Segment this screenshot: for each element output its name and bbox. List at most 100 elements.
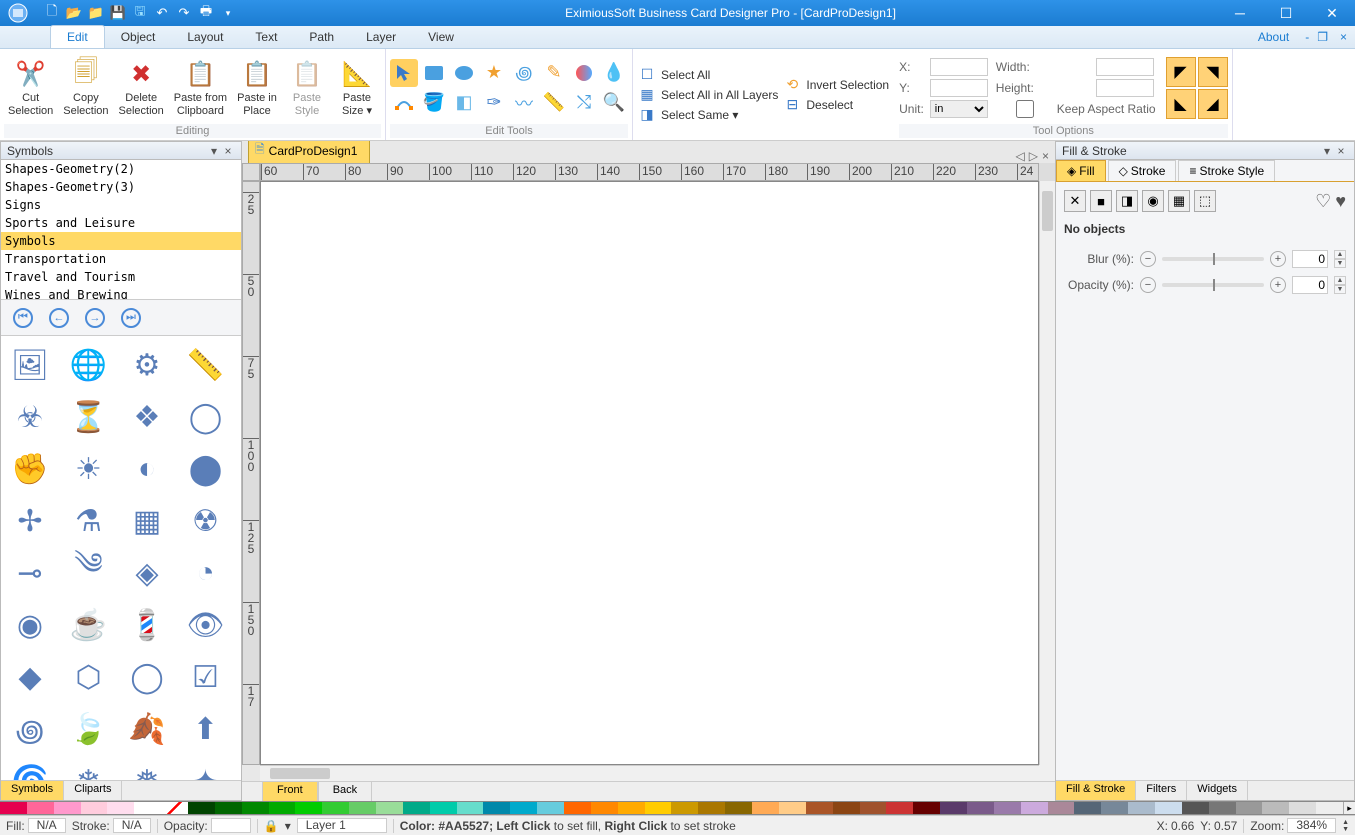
tab-text[interactable]: Text bbox=[239, 26, 293, 48]
color-swatch[interactable] bbox=[322, 802, 349, 814]
color-swatch[interactable] bbox=[376, 802, 403, 814]
symbol-item[interactable]: 🌀 bbox=[9, 760, 51, 780]
color-swatch[interactable] bbox=[1182, 802, 1209, 814]
symbol-item[interactable]: 🍃 bbox=[68, 708, 110, 750]
opacity-plus-button[interactable]: + bbox=[1270, 277, 1286, 293]
measure-tool[interactable]: 📏 bbox=[540, 89, 568, 117]
tab-layout[interactable]: Layout bbox=[171, 26, 239, 48]
color-swatch[interactable] bbox=[779, 802, 806, 814]
color-swatch[interactable] bbox=[27, 802, 54, 814]
symbol-item[interactable]: ⚙ bbox=[126, 344, 168, 386]
tab-layer[interactable]: Layer bbox=[350, 26, 412, 48]
symbol-item[interactable]: 💈 bbox=[126, 604, 168, 646]
symbol-item[interactable]: ⏳ bbox=[68, 396, 110, 438]
connector-tool[interactable]: ⤭ bbox=[570, 89, 598, 117]
panel-close-icon[interactable]: × bbox=[221, 144, 235, 158]
aspect-ratio-checkbox[interactable]: Keep Aspect Ratio bbox=[996, 100, 1156, 118]
color-swatch[interactable] bbox=[188, 802, 215, 814]
symbol-item[interactable]: ◉ bbox=[9, 604, 51, 646]
category-item[interactable]: Signs bbox=[1, 196, 241, 214]
tab-back[interactable]: Back bbox=[318, 781, 372, 801]
close-button[interactable]: ✕ bbox=[1309, 0, 1355, 26]
tab-widgets[interactable]: Widgets bbox=[1187, 781, 1248, 800]
symbol-item[interactable]: ❖ bbox=[126, 396, 168, 438]
color-swatch[interactable] bbox=[833, 802, 860, 814]
mdi-close-icon[interactable]: × bbox=[1332, 26, 1355, 48]
color-swatch[interactable] bbox=[725, 802, 752, 814]
color-swatch[interactable] bbox=[860, 802, 887, 814]
tab-cliparts[interactable]: Cliparts bbox=[64, 781, 122, 800]
status-opacity-value[interactable] bbox=[211, 818, 251, 833]
palette-more-icon[interactable]: ▸ bbox=[1343, 802, 1355, 814]
nav-next-icon[interactable]: → bbox=[85, 308, 105, 328]
category-item[interactable]: Symbols bbox=[1, 232, 241, 250]
color-swatch[interactable] bbox=[483, 802, 510, 814]
category-item[interactable]: Shapes-Geometry(3) bbox=[1, 178, 241, 196]
color-swatch[interactable] bbox=[457, 802, 484, 814]
gradient-tool[interactable] bbox=[570, 59, 598, 87]
tab-object[interactable]: Object bbox=[105, 26, 172, 48]
symbol-item[interactable]: ◐ bbox=[126, 448, 168, 490]
symbol-item[interactable]: 👁 bbox=[185, 604, 227, 646]
invert-selection-button[interactable]: ⟲Invert Selection bbox=[784, 77, 889, 93]
opacity-down-icon[interactable]: ▼ bbox=[1334, 285, 1346, 294]
heart-fill-icon[interactable]: ♥ bbox=[1335, 191, 1346, 212]
blur-down-icon[interactable]: ▼ bbox=[1334, 259, 1346, 268]
color-swatch[interactable] bbox=[994, 802, 1021, 814]
save-as-icon[interactable]: 🖫 bbox=[132, 5, 148, 21]
color-swatch[interactable] bbox=[1128, 802, 1155, 814]
symbol-item[interactable]: 🍂 bbox=[126, 708, 168, 750]
rect-tool[interactable] bbox=[420, 59, 448, 87]
tab-nav-left-icon[interactable]: ◁ bbox=[1016, 149, 1025, 163]
color-swatch[interactable] bbox=[1155, 802, 1182, 814]
select-tool[interactable] bbox=[390, 59, 418, 87]
blur-plus-button[interactable]: + bbox=[1270, 251, 1286, 267]
symbol-item[interactable]: ⬆ bbox=[185, 708, 227, 750]
redo-icon[interactable]: ↷ bbox=[176, 5, 192, 21]
panel-dropdown-icon[interactable]: ▾ bbox=[207, 144, 221, 158]
color-swatch[interactable] bbox=[1289, 802, 1316, 814]
tab-filters[interactable]: Filters bbox=[1136, 781, 1187, 800]
undo-icon[interactable]: ↶ bbox=[154, 5, 170, 21]
eraser-tool[interactable]: ◧ bbox=[450, 89, 478, 117]
paste-size-button[interactable]: 📐PasteSize ▾ bbox=[333, 56, 381, 118]
symbol-item[interactable]: ◈ bbox=[126, 552, 168, 594]
maximize-button[interactable]: ☐ bbox=[1263, 0, 1309, 26]
color-swatch[interactable] bbox=[1048, 802, 1075, 814]
color-swatch[interactable] bbox=[81, 802, 108, 814]
tab-symbols[interactable]: Symbols bbox=[1, 781, 64, 800]
symbol-item[interactable]: ꩜ bbox=[9, 708, 51, 750]
color-swatch[interactable] bbox=[1236, 802, 1263, 814]
color-swatch[interactable] bbox=[403, 802, 430, 814]
save-icon[interactable]: 💾 bbox=[110, 5, 126, 21]
paste-in-place-button[interactable]: 📋Paste inPlace bbox=[233, 56, 281, 118]
color-swatch[interactable] bbox=[537, 802, 564, 814]
tab-nav-right-icon[interactable]: ▷ bbox=[1029, 149, 1038, 163]
node-tool[interactable] bbox=[390, 89, 418, 117]
blur-track[interactable] bbox=[1162, 257, 1264, 261]
align-bl-button[interactable]: ◣ bbox=[1166, 89, 1196, 119]
ellipse-tool[interactable] bbox=[450, 59, 478, 87]
opacity-track[interactable] bbox=[1162, 283, 1264, 287]
width-input[interactable] bbox=[1096, 58, 1154, 76]
symbol-item[interactable]: 🌐 bbox=[68, 344, 110, 386]
unit-select[interactable]: in bbox=[930, 100, 988, 118]
color-swatch[interactable] bbox=[698, 802, 725, 814]
color-swatch[interactable] bbox=[913, 802, 940, 814]
select-same-button[interactable]: ◨Select Same ▾ bbox=[639, 107, 778, 123]
linear-gradient-button[interactable]: ◨ bbox=[1116, 190, 1138, 212]
flat-fill-button[interactable]: ■ bbox=[1090, 190, 1112, 212]
align-tl-button[interactable]: ◤ bbox=[1166, 57, 1196, 87]
category-item[interactable]: Sports and Leisure bbox=[1, 214, 241, 232]
color-swatch[interactable] bbox=[591, 802, 618, 814]
category-item[interactable]: Travel and Tourism bbox=[1, 268, 241, 286]
color-swatch[interactable] bbox=[269, 802, 296, 814]
align-tr-button[interactable]: ◥ bbox=[1198, 57, 1228, 87]
select-all-layers-button[interactable]: ▦Select All in All Layers bbox=[639, 87, 778, 103]
swatch-fill-button[interactable]: ⬚ bbox=[1194, 190, 1216, 212]
nav-first-icon[interactable]: ⏮ bbox=[13, 308, 33, 328]
tab-nav-close-icon[interactable]: × bbox=[1042, 149, 1049, 163]
symbol-item[interactable]: ✦ bbox=[185, 760, 227, 780]
nav-prev-icon[interactable]: ← bbox=[49, 308, 69, 328]
symbol-item[interactable]: ⬡ bbox=[68, 656, 110, 698]
